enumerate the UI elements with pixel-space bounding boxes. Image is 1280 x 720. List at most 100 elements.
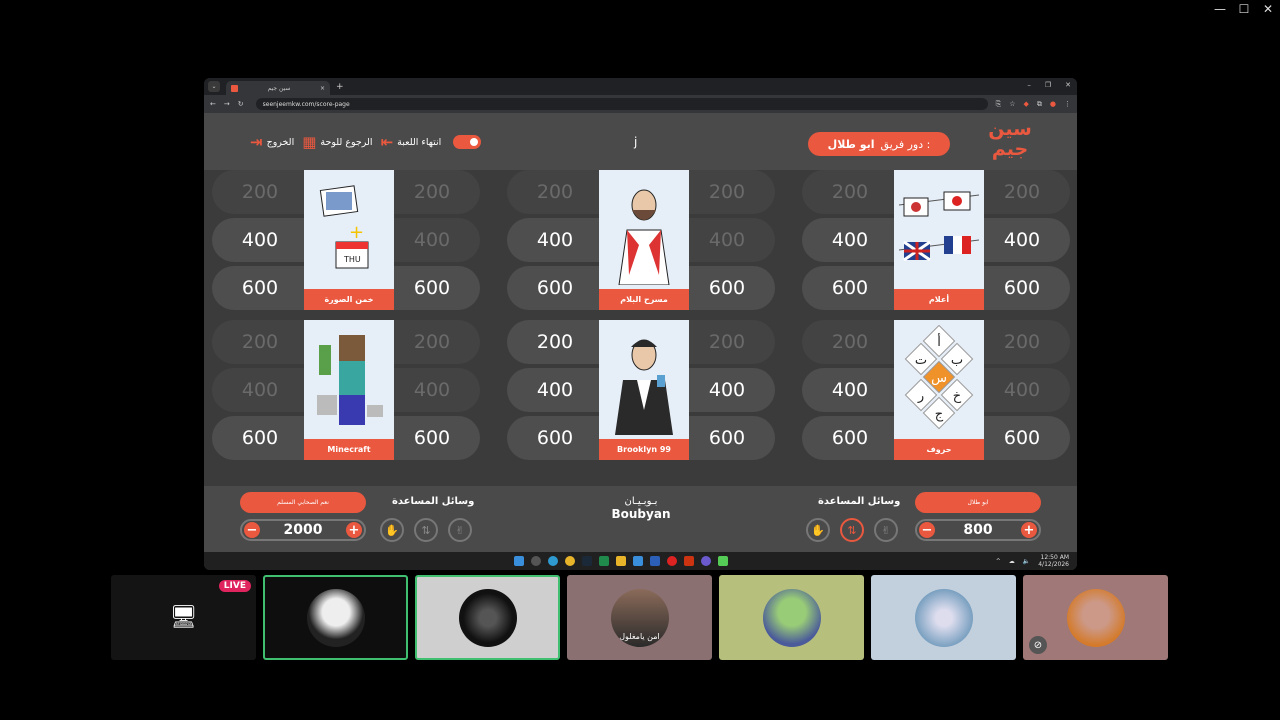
question-cell-left-400[interactable]: 400 [802, 368, 894, 412]
question-cell-left-400: 400 [212, 368, 304, 412]
question-cell-left-600[interactable]: 600 [802, 266, 894, 310]
question-cell-left-400[interactable]: 400 [507, 218, 599, 262]
translate-icon[interactable]: ⎘ [996, 100, 1002, 109]
back-icon[interactable]: ← [210, 100, 216, 108]
pen-icon[interactable] [718, 556, 728, 566]
opera-icon[interactable] [667, 556, 677, 566]
folder-icon[interactable] [616, 556, 626, 566]
browser-close-icon[interactable]: ✕ [1065, 81, 1071, 89]
avatar [914, 588, 973, 647]
question-cell-left-400[interactable]: 400 [212, 218, 304, 262]
swap-icon[interactable]: ⇅ [840, 518, 864, 542]
chrome-icon[interactable] [565, 556, 575, 566]
two-fingers-icon[interactable]: ✌ [448, 518, 472, 542]
participant-tile[interactable] [871, 575, 1016, 660]
question-cell-right-200: 200 [683, 320, 775, 364]
header-actions: ⇥ الخروج ▦ الرجوع للوحة ⇤ انتهاء اللعبة [250, 133, 482, 151]
question-cell-left-600[interactable]: 600 [507, 416, 599, 460]
hand-stop-icon[interactable]: ✋ [380, 518, 404, 542]
center-letter: j [634, 135, 638, 149]
browser-tab-bar: ⌄ سين جيم × + – ❐ ✕ [204, 78, 1077, 95]
question-cell-right-600[interactable]: 600 [683, 416, 775, 460]
taskbar-clock[interactable]: 12:50 AM 4/12/2026 [1038, 554, 1069, 568]
team-right-decrement-button[interactable]: − [919, 522, 935, 538]
profile-icon[interactable]: ● [1050, 100, 1056, 108]
question-cell-right-600[interactable]: 600 [388, 266, 480, 310]
tab-close-icon[interactable]: × [320, 85, 325, 92]
two-fingers-icon[interactable]: ✌ [874, 518, 898, 542]
participant-tile[interactable] [415, 575, 560, 660]
acrobat-icon[interactable] [684, 556, 694, 566]
reload-icon[interactable]: ↻ [238, 100, 244, 108]
bookmark-star-icon[interactable]: ☆ [1009, 100, 1015, 108]
volume-icon[interactable]: 🔈 [1023, 558, 1030, 565]
forward-icon[interactable]: → [224, 100, 230, 108]
question-cell-right-600[interactable]: 600 [978, 266, 1070, 310]
team-left-decrement-button[interactable]: − [244, 522, 260, 538]
new-tab-icon[interactable]: + [336, 82, 344, 92]
team-right-score-control: − 800 + [915, 519, 1041, 541]
participant-tile[interactable] [263, 575, 408, 660]
swap-icon[interactable]: ⇅ [414, 518, 438, 542]
team-right-increment-button[interactable]: + [1020, 522, 1037, 538]
question-cell-left-400[interactable]: 400 [507, 368, 599, 412]
video-off-icon: ⊘ [1029, 636, 1047, 654]
participant-tile[interactable] [719, 575, 864, 660]
browser-window-controls: – ❐ ✕ [1027, 81, 1071, 89]
close-icon[interactable]: ✕ [1256, 0, 1280, 18]
maximize-icon[interactable]: ☐ [1232, 0, 1256, 18]
brooklyn-99-icon [599, 320, 689, 439]
minimize-icon[interactable]: — [1208, 0, 1232, 18]
excel-icon[interactable] [599, 556, 609, 566]
question-cell-left-600[interactable]: 600 [212, 266, 304, 310]
question-cell-right-400: 400 [683, 218, 775, 262]
question-cell-left-600[interactable]: 600 [212, 416, 304, 460]
team-right-box: ابو طلال − 800 + [915, 492, 1041, 541]
question-cell-right-600[interactable]: 600 [978, 416, 1070, 460]
back-to-board-button[interactable]: ▦ الرجوع للوحة [302, 133, 372, 151]
edge-icon[interactable] [548, 556, 558, 566]
exit-button[interactable]: ⇥ الخروج [250, 133, 294, 151]
wifi-icon[interactable]: ☁ [1009, 558, 1015, 565]
browser-tab[interactable]: سين جيم × [226, 81, 330, 95]
participant-tile[interactable]: ⊘ [1023, 575, 1168, 660]
team-left-increment-button[interactable]: + [346, 522, 362, 538]
question-cell-right-400[interactable]: 400 [978, 218, 1070, 262]
participants-strip: 🖥 LIVE امن يامغلول ⊘ [111, 575, 1168, 660]
question-cell-left-600[interactable]: 600 [507, 266, 599, 310]
start-icon[interactable] [514, 556, 524, 566]
category-group: 200 400 600 200 400 600 Minecraft [212, 320, 480, 460]
search-icon[interactable] [531, 556, 541, 566]
question-cell-left-200: 200 [802, 320, 894, 364]
participant-tile[interactable]: امن يامغلول [567, 575, 712, 660]
end-game-button[interactable]: ⇤ انتهاء اللعبة [381, 133, 442, 151]
steam-icon[interactable] [582, 556, 592, 566]
question-cell-right-600[interactable]: 600 [388, 416, 480, 460]
hand-stop-icon[interactable]: ✋ [806, 518, 830, 542]
participant-tile-screen[interactable]: 🖥 LIVE [111, 575, 256, 660]
scoreboard-bar: نعم الصحابي المسلم − 2000 + وسائل المساع… [204, 486, 1077, 552]
timer-toggle[interactable] [453, 135, 482, 149]
tray-chevron-icon[interactable]: ^ [996, 558, 1001, 565]
back-to-board-label: الرجوع للوحة [320, 136, 373, 148]
word-icon[interactable] [650, 556, 660, 566]
avatar-caption: امن يامغلول [619, 631, 660, 641]
category-group: 200 400 600 200 400 600 Brooklyn 99 [507, 320, 775, 460]
question-cell-left-600[interactable]: 600 [802, 416, 894, 460]
browser-restore-icon[interactable]: ❐ [1045, 81, 1051, 89]
url-field[interactable]: seenjeemkw.com/score-page [255, 98, 988, 110]
question-cell-right-600[interactable]: 600 [683, 266, 775, 310]
sponsor-logo: بـوبـيـان Boubyan [610, 496, 672, 521]
end-game-label: انتهاء اللعبة [397, 136, 442, 148]
menu-kebab-icon[interactable]: ⋮ [1064, 100, 1071, 108]
extension-icon[interactable]: ◆ [1024, 100, 1029, 108]
discord-icon[interactable] [701, 556, 711, 566]
tab-search-icon[interactable]: ⌄ [208, 81, 220, 92]
question-cell-left-400[interactable]: 400 [802, 218, 894, 262]
question-cell-right-400[interactable]: 400 [683, 368, 775, 412]
store-icon[interactable] [633, 556, 643, 566]
extensions-puzzle-icon[interactable]: ⧉ [1037, 100, 1042, 109]
exit-label: الخروج [266, 136, 295, 148]
browser-minimize-icon[interactable]: – [1027, 81, 1031, 89]
question-cell-left-200[interactable]: 200 [507, 320, 599, 364]
